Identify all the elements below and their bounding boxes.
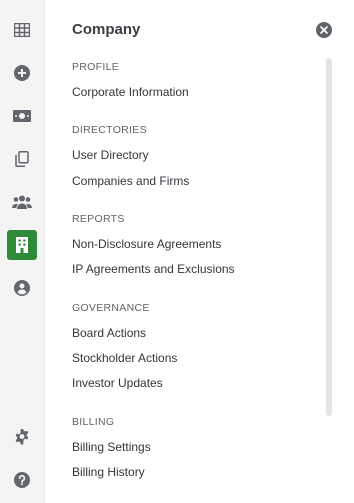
- link-non-disclosure-agreements[interactable]: Non-Disclosure Agreements: [72, 237, 221, 251]
- scrollbar[interactable]: [326, 58, 332, 416]
- icon-rail: [0, 0, 45, 503]
- link-billing-settings[interactable]: Billing Settings: [72, 440, 151, 454]
- section-heading-billing: BILLING: [72, 416, 115, 428]
- close-icon[interactable]: [316, 22, 332, 38]
- link-user-directory[interactable]: User Directory: [72, 148, 149, 162]
- section-heading-directories: DIRECTORIES: [72, 124, 147, 136]
- section-heading-reports: REPORTS: [72, 213, 125, 225]
- user-circle-icon[interactable]: [7, 273, 37, 303]
- building-icon[interactable]: [7, 230, 37, 260]
- link-investor-updates[interactable]: Investor Updates: [72, 376, 163, 390]
- plus-circle-icon[interactable]: [7, 58, 37, 88]
- company-panel: Company PROFILE Corporate Information DI…: [44, 0, 354, 503]
- link-billing-history[interactable]: Billing History: [72, 465, 145, 479]
- link-board-actions[interactable]: Board Actions: [72, 326, 146, 340]
- link-stockholder-actions[interactable]: Stockholder Actions: [72, 351, 177, 365]
- link-companies-and-firms[interactable]: Companies and Firms: [72, 174, 189, 188]
- help-icon[interactable]: [7, 465, 37, 495]
- copy-icon[interactable]: [7, 144, 37, 174]
- grid-icon[interactable]: [7, 15, 37, 45]
- money-icon[interactable]: [7, 101, 37, 131]
- people-icon[interactable]: [7, 187, 37, 217]
- link-corporate-information[interactable]: Corporate Information: [72, 85, 189, 99]
- section-heading-profile: PROFILE: [72, 61, 120, 73]
- gear-icon[interactable]: [7, 422, 37, 452]
- section-heading-governance: GOVERNANCE: [72, 302, 150, 314]
- link-ip-agreements-and-exclusions[interactable]: IP Agreements and Exclusions: [72, 262, 235, 276]
- panel-title: Company: [72, 21, 141, 38]
